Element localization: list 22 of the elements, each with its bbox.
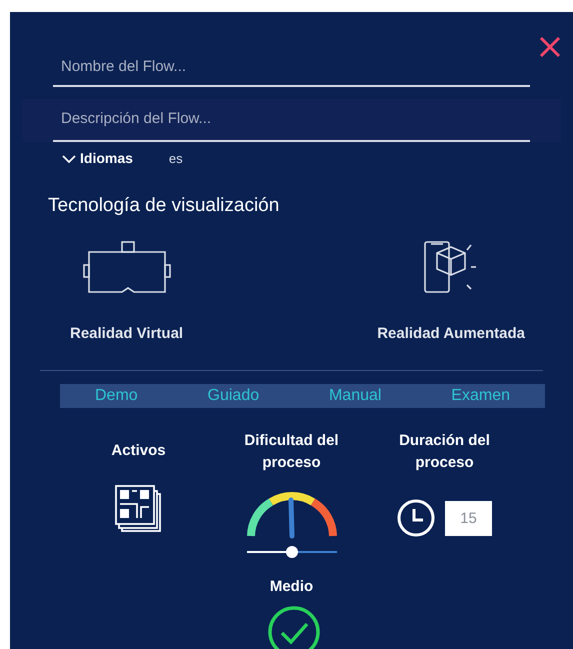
vr-headset-icon [82, 240, 172, 294]
mode-tab[interactable]: Examen [451, 384, 510, 408]
chevron-icon [62, 154, 76, 164]
languages-toggle[interactable]: Idiomas [62, 148, 133, 169]
difficulty-slider-thumb[interactable] [286, 546, 298, 558]
language-value: es [168, 150, 183, 168]
mode-tab[interactable]: Manual [328, 384, 382, 408]
assets-stack-icon[interactable] [114, 484, 162, 532]
visualization-option[interactable]: Realidad Virtual [70, 240, 184, 345]
mode-tab[interactable]: Demo [95, 384, 138, 408]
duration-field[interactable]: 15 [445, 500, 492, 536]
name-field[interactable]: Nombre del Flow... [53, 56, 530, 86]
description-field[interactable]: Descripción del Flow... [22, 98, 561, 142]
difficulty-reading: Medio [270, 577, 314, 597]
assets-label: Activos [111, 441, 166, 461]
duration-label: Duración del proceso [398, 431, 491, 473]
mode-tab[interactable]: Guiado [208, 384, 260, 408]
clock-icon [397, 499, 435, 537]
confirm-check-icon[interactable] [267, 604, 321, 649]
difficulty-label: Dificultad del proceso [243, 431, 340, 473]
section-title: Tecnología de visualización [47, 194, 280, 218]
visualization-option[interactable]: Realidad Aumentada [377, 240, 525, 345]
